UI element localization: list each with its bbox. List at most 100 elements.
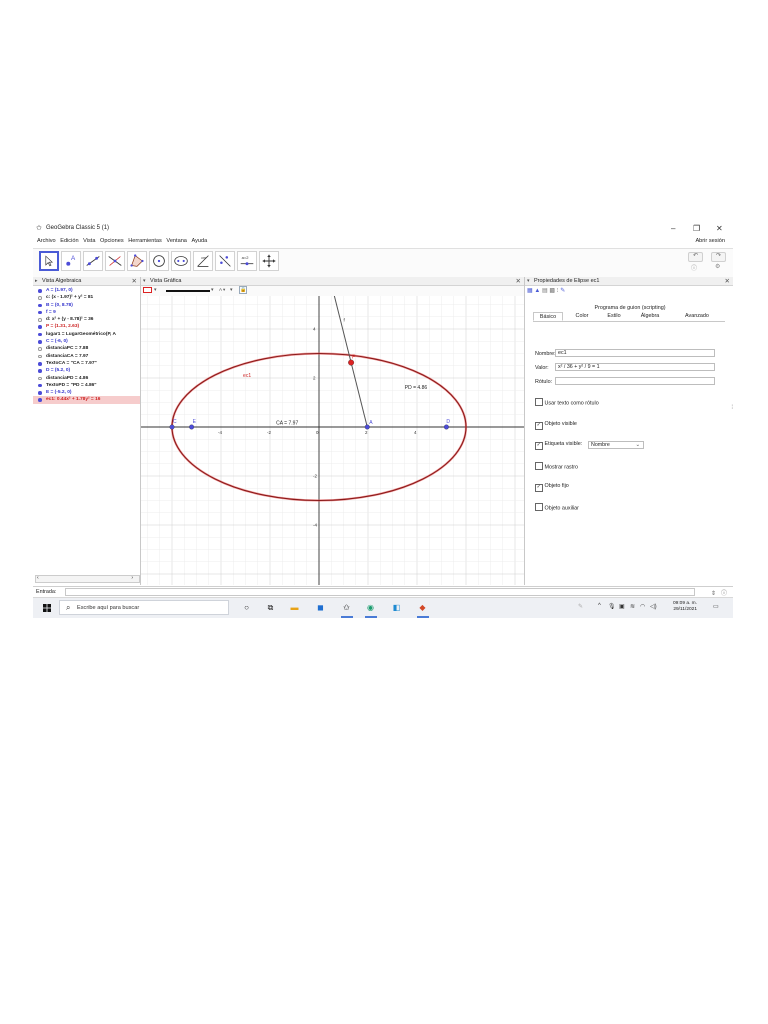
microphone-icon[interactable]: 🎙 (608, 603, 616, 610)
visibility-dot-on-icon[interactable] (38, 325, 42, 330)
menu-ayuda[interactable]: Ayuda (191, 238, 207, 244)
network-icon[interactable]: ◠ (640, 603, 645, 610)
tab-algebra[interactable]: Álgebra (635, 312, 665, 321)
caption-field[interactable] (555, 377, 715, 385)
visibility-dot-off-icon[interactable] (38, 354, 42, 359)
point-c[interactable] (169, 424, 175, 430)
circle-tool-button[interactable] (149, 251, 169, 271)
slider-tool-button[interactable]: a=2 (237, 251, 257, 271)
panel-collapse-icon[interactable]: ⁞ (731, 405, 733, 411)
visibility-dot-on-icon[interactable] (38, 361, 42, 366)
auxiliary-checkbox[interactable]: Objeto auxiliar (535, 503, 579, 512)
visibility-dot-off-icon[interactable] (38, 376, 42, 381)
edge-browser-icon[interactable]: ◉ (365, 602, 376, 613)
line-style-icon[interactable] (166, 290, 210, 292)
point-e[interactable] (189, 424, 195, 430)
notifications-icon[interactable]: ▭ (713, 603, 719, 610)
menu-archivo[interactable]: Archivo (37, 238, 56, 244)
input-field[interactable] (65, 588, 695, 596)
algebra-item[interactable]: f = 9 (33, 309, 140, 316)
algebra-item[interactable]: distanciaPC = 7.88 (33, 345, 140, 352)
move-graphics-tool-button[interactable] (259, 251, 279, 271)
checkbox-unchecked-icon[interactable] (535, 462, 543, 470)
label-style-icon[interactable]: A ▾ (219, 287, 225, 293)
dropdown-arrow-icon[interactable]: ▾ (211, 287, 214, 293)
menu-edicion[interactable]: Edición (60, 238, 78, 244)
layout-props-icon[interactable]: ⁝ (557, 288, 559, 294)
visibility-dot-off-icon[interactable] (38, 296, 42, 300)
dropdown-arrow-icon[interactable]: ▾ (154, 287, 157, 293)
graphics-canvas[interactable]: -4-2024642-2-4ACDEPec1fCA = 7.97PD = 4.8… (141, 296, 524, 585)
trace-checkbox[interactable]: Mostrar rastro (535, 462, 578, 471)
menu-herramientas[interactable]: Herramientas (128, 238, 162, 244)
input-help-icon[interactable]: ⇕ ⓘ (711, 588, 727, 597)
visibility-dot-on-icon[interactable] (38, 332, 42, 337)
checkbox-unchecked-icon[interactable] (535, 503, 543, 511)
algebra-item[interactable]: ec1: 0.44x² + 1.78y² = 16 (33, 396, 140, 404)
visibility-dot-on-icon[interactable] (38, 340, 42, 344)
move-tool-button[interactable] (39, 251, 59, 271)
pen-icon[interactable]: ✎ (578, 603, 583, 610)
system-clock[interactable]: 09:09 a. m. 29/11/2021 (673, 601, 697, 613)
use-text-caption-checkbox[interactable]: Usar texto como rótulo (535, 398, 599, 407)
show-object-checkbox[interactable]: ✓ Objeto visible (535, 421, 577, 430)
checkbox-unchecked-icon[interactable] (535, 398, 543, 406)
polygon-tool-button[interactable] (127, 251, 147, 271)
lock-icon[interactable]: 🔒 (239, 286, 247, 294)
minimize-button[interactable]: – (671, 224, 675, 233)
volume-icon[interactable]: ◁) (650, 603, 657, 610)
algebra-item[interactable]: distanciaCA = 7.97 (33, 353, 140, 360)
line-tool-button[interactable] (83, 251, 103, 271)
close-button[interactable]: ✕ (716, 224, 723, 233)
algebra-item[interactable]: lugar1 = LugarGeométrico(P, A (33, 331, 140, 338)
windows-start-icon[interactable] (43, 604, 51, 612)
show-label-checkbox[interactable]: ✓ Etiqueta visible: (535, 441, 582, 450)
menu-vista[interactable]: Vista (83, 238, 95, 244)
help-icon[interactable]: ⓘ (691, 263, 697, 272)
point-tool-button[interactable]: A (61, 251, 81, 271)
algebra-item[interactable]: C = (-6, 0) (33, 338, 140, 345)
tab-color[interactable]: Color (569, 312, 595, 321)
login-link[interactable]: Abrir sesión (695, 238, 725, 244)
taskbar-search-box[interactable]: ⌕ Escribe aquí para buscar (59, 600, 229, 615)
algebra-item[interactable]: D = (5.2, 0) (33, 367, 140, 374)
point-p[interactable] (348, 359, 355, 366)
menu-ventana[interactable]: Ventana (166, 238, 187, 244)
objects-props-icon[interactable]: ▲ (534, 288, 540, 294)
geogebra-app-icon[interactable]: ✩ (341, 602, 352, 613)
checkbox-checked-icon[interactable]: ✓ (535, 442, 543, 450)
perpendicular-tool-button[interactable] (105, 251, 125, 271)
collapse-arrow-icon[interactable]: ▸ (35, 277, 38, 286)
close-graphics-icon[interactable]: ✕ (516, 277, 521, 286)
label-mode-select[interactable]: Nombre ⌄ (588, 441, 644, 449)
maximize-button[interactable]: ❐ (693, 224, 700, 233)
horizontal-scrollbar[interactable]: ‹ › (35, 575, 140, 583)
meet-now-icon[interactable]: ▣ (619, 603, 625, 610)
visibility-dot-on-icon[interactable] (38, 289, 42, 293)
file-explorer-icon[interactable]: ▬ (289, 602, 300, 613)
distance-ca-text[interactable]: CA = 7.97 (276, 421, 298, 427)
visibility-dot-on-icon[interactable] (38, 310, 42, 315)
cortana-icon[interactable]: ○ (241, 602, 252, 613)
distance-pd-text[interactable]: PD = 4.86 (405, 385, 428, 391)
tab-estilo[interactable]: Estilo (601, 312, 627, 321)
algebra-item[interactable]: P = (1.31, 2.63) (33, 323, 140, 330)
settings-gear-icon[interactable]: ⚙ (715, 263, 720, 270)
algebra-item[interactable]: TextoPD = "PD = 4.86" (33, 382, 140, 389)
checkbox-checked-icon[interactable]: ✓ (535, 422, 543, 430)
scroll-left-icon[interactable]: ‹ (37, 576, 39, 581)
color-swatch-icon[interactable] (143, 287, 152, 293)
angle-tool-button[interactable]: cm (193, 251, 213, 271)
close-algebra-icon[interactable]: ✕ (132, 277, 137, 286)
visibility-dot-on-icon[interactable] (38, 303, 42, 308)
algebra-item[interactable]: A = (1.97, 0) (33, 287, 140, 294)
algebra-item[interactable]: c: (x - 1.97)² + y² = 81 (33, 294, 140, 301)
redo-button[interactable]: ↷ (711, 252, 726, 262)
collapse-arrow-icon[interactable]: ▾ (143, 277, 146, 286)
defaults-props-icon[interactable]: ✎ (560, 288, 565, 294)
name-field[interactable]: ec1 (555, 349, 715, 357)
fixed-checkbox[interactable]: ✓ Objeto fijo (535, 483, 569, 492)
tab-basico[interactable]: Básico (533, 312, 563, 321)
value-field[interactable]: x² / 36 + y² / 9 = 1 (555, 363, 715, 371)
dropdown-arrow-icon[interactable]: ▾ (230, 287, 233, 293)
